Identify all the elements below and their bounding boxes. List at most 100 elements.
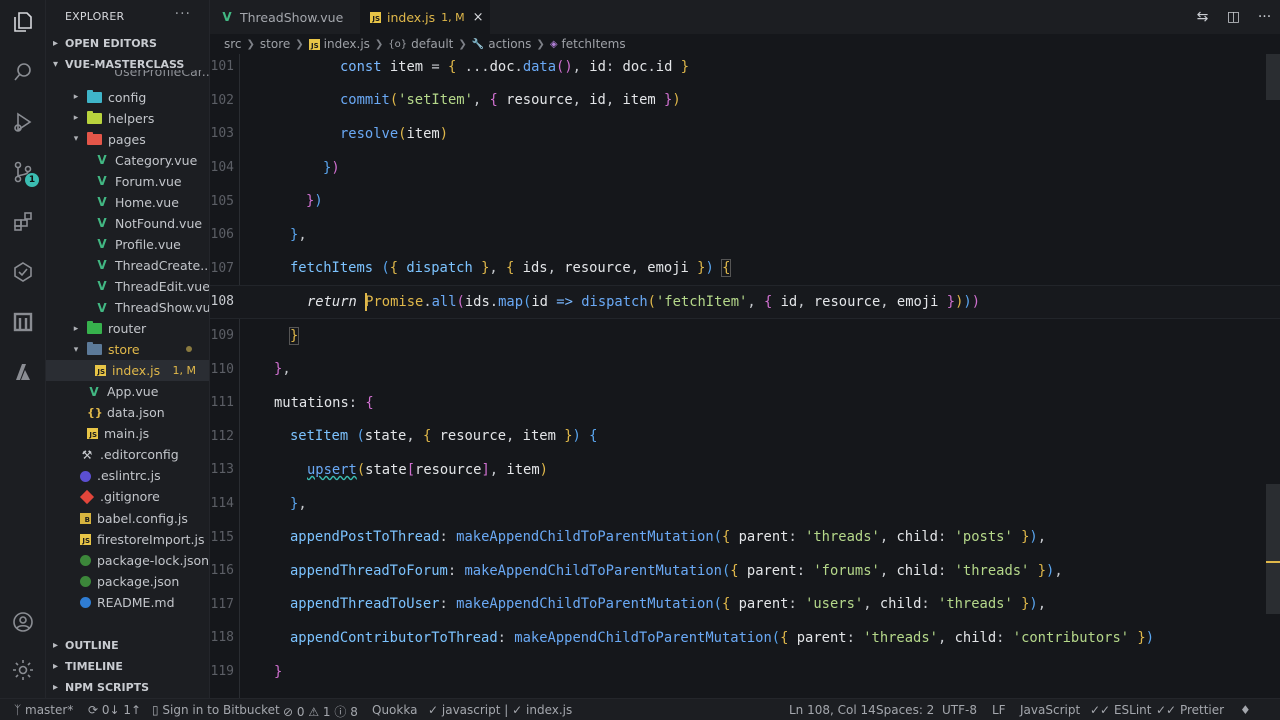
close-icon[interactable]: × — [473, 10, 484, 25]
open-editors-section[interactable]: ▸ OPEN EDITORS — [46, 33, 209, 54]
compare-changes-icon[interactable]: ⇆ — [1187, 0, 1218, 34]
scrollbar-thumb[interactable] — [1266, 484, 1280, 614]
tree-row-partial[interactable]: UserProfileCar... — [46, 70, 209, 83]
code-line[interactable]: 110 }, — [210, 352, 1280, 386]
code-text: } — [288, 326, 300, 345]
problems-status[interactable]: ⊘ 0 ⚠ 1 ⓘ 8 — [283, 703, 358, 720]
cursor-position[interactable]: Ln 108, Col 14 — [789, 703, 876, 717]
code-line[interactable]: 113 upsert(state[resource], item) — [210, 453, 1280, 487]
tree-row[interactable]: package.json — [46, 571, 209, 592]
tree-row[interactable]: ▸ config — [46, 87, 209, 108]
tree-row[interactable]: V ThreadCreate.... — [46, 255, 209, 276]
code-line[interactable]: 102 commit('setItem', { resource, id, it… — [210, 84, 1280, 118]
code-line[interactable]: 117 appendThreadToUser: makeAppendChildT… — [210, 588, 1280, 622]
code-line[interactable]: 104 }) — [210, 151, 1280, 185]
code-text: setItem (state, { resource, item }) { — [290, 428, 598, 445]
code-line[interactable]: 101 const item = { ...doc.data(), id: do… — [210, 54, 1280, 84]
outline-section[interactable]: ▸ OUTLINE — [46, 635, 209, 656]
eol-status[interactable]: LF — [992, 703, 1006, 717]
prettier-status[interactable]: ✓✓ Prettier — [1156, 703, 1224, 717]
code-text: commit('setItem', { resource, id, item }… — [340, 92, 681, 109]
indentation-status[interactable]: Spaces: 2 — [876, 703, 934, 717]
more-actions-icon[interactable]: ··· — [1249, 0, 1280, 34]
remote-explorer-icon[interactable] — [0, 302, 46, 342]
npm-scripts-label: NPM SCRIPTS — [65, 681, 150, 694]
breadcrumb-item[interactable]: store — [260, 37, 290, 51]
tree-row[interactable]: {} data.json — [46, 402, 209, 423]
code-line[interactable]: 107 fetchItems ({ dispatch }, { ids, res… — [210, 252, 1280, 286]
timeline-section[interactable]: ▸ TIMELINE — [46, 656, 209, 677]
tree-row[interactable]: ▾ store — [46, 339, 209, 360]
code-line[interactable]: 118 appendContributorToThread: makeAppen… — [210, 621, 1280, 655]
more-actions-icon[interactable]: ··· — [175, 6, 191, 22]
code-line[interactable]: 112 setItem (state, { resource, item }) … — [210, 420, 1280, 454]
breadcrumb-item[interactable]: src — [224, 37, 242, 51]
tree-row[interactable]: ▸ router — [46, 318, 209, 339]
tree-row[interactable]: V NotFound.vue — [46, 213, 209, 234]
tree-row[interactable]: V App.vue — [46, 381, 209, 402]
tree-row[interactable]: V ThreadEdit.vue — [46, 276, 209, 297]
chevron-down-icon: ▾ — [73, 344, 79, 355]
quokka-status[interactable]: Quokka — [372, 703, 417, 717]
code-line[interactable]: 103 resolve(item) — [210, 117, 1280, 151]
search-icon[interactable] — [0, 52, 46, 92]
tree-row[interactable]: JS main.js — [46, 423, 209, 444]
breadcrumb-item[interactable]: index.js — [324, 37, 370, 51]
tree-row-label: babel.config.js — [97, 510, 188, 526]
encoding-status[interactable]: UTF-8 — [942, 703, 977, 717]
npm-scripts-section[interactable]: ▸ NPM SCRIPTS — [46, 677, 209, 698]
azure-icon[interactable] — [0, 352, 46, 392]
testing-icon[interactable] — [0, 252, 46, 292]
code-line[interactable]: 119 } — [210, 655, 1280, 689]
code-line[interactable]: 114 }, — [210, 487, 1280, 521]
code-line[interactable]: 106 }, — [210, 218, 1280, 252]
tree-row-label: store — [108, 342, 140, 358]
account-icon[interactable] — [0, 602, 46, 642]
tree-row[interactable]: README.md — [46, 592, 209, 613]
tree-row[interactable]: V Category.vue — [46, 150, 209, 171]
tree-row[interactable]: V Home.vue — [46, 192, 209, 213]
timeline-label: TIMELINE — [65, 660, 123, 673]
tree-row[interactable]: V Profile.vue — [46, 234, 209, 255]
split-editor-icon[interactable]: ◫ — [1218, 0, 1249, 34]
code-line[interactable]: 111 mutations: { — [210, 386, 1280, 420]
tree-row[interactable]: JS index.js 1, M — [46, 360, 209, 382]
tree-row[interactable]: V ThreadShow.vue — [46, 297, 209, 318]
branch-status[interactable]: ᛉ master* — [14, 703, 73, 717]
code-line[interactable]: 109 } — [210, 319, 1280, 353]
breadcrumb-item[interactable]: default — [411, 37, 453, 51]
source-control-icon[interactable] — [0, 152, 46, 192]
code-line[interactable]: 105 }) — [210, 184, 1280, 218]
folder-icon — [87, 342, 102, 356]
language-mode[interactable]: JavaScript — [1020, 703, 1080, 717]
explorer-icon[interactable] — [0, 2, 46, 42]
code-line[interactable]: 115 appendPostToThread: makeAppendChildT… — [210, 520, 1280, 554]
context-status[interactable]: ✓ javascript | ✓ index.js — [428, 703, 572, 717]
tree-row[interactable]: ▸ helpers — [46, 108, 209, 129]
tree-row[interactable]: .eslintrc.js — [46, 465, 209, 486]
tree-row[interactable]: JS firestoreImport.js — [46, 529, 209, 550]
extensions-icon[interactable] — [0, 202, 46, 242]
code-line-current[interactable]: 108 return Promise.all(ids.map(id => dis… — [210, 285, 1280, 319]
notifications-bell-icon[interactable]: ♦ — [1240, 703, 1251, 717]
run-debug-icon[interactable] — [0, 102, 46, 142]
breadcrumb-item[interactable]: fetchItems — [562, 37, 626, 51]
tab-index-js[interactable]: JS index.js 1, M × — [360, 0, 490, 34]
breadcrumb-item[interactable]: actions — [488, 37, 531, 51]
sync-status[interactable]: ⟳ 0↓ 1↑ — [88, 703, 141, 717]
code-line[interactable]: 116 appendThreadToForum: makeAppendChild… — [210, 554, 1280, 588]
eslint-status[interactable]: ✓✓ ESLint — [1090, 703, 1151, 717]
tree-row[interactable]: .gitignore — [46, 486, 209, 507]
tree-row[interactable]: V Forum.vue — [46, 171, 209, 192]
config-file-icon: ⚒ — [81, 447, 93, 462]
tree-row[interactable]: ▾ pages — [46, 129, 209, 150]
tree-row[interactable]: ⚒ .editorconfig — [46, 444, 209, 465]
tree-row-label: firestoreImport.js — [97, 531, 205, 547]
bitbucket-status[interactable]: ▯ Sign in to Bitbucket — [152, 703, 280, 717]
tab-threadshow[interactable]: V ThreadShow.vue — [210, 0, 360, 34]
scrollbar-thumb[interactable] — [1266, 54, 1280, 100]
tree-row[interactable]: Bbabel.config.js — [46, 508, 209, 529]
code-editor[interactable]: 101 const item = { ...doc.data(), id: do… — [210, 54, 1280, 698]
tree-row[interactable]: package-lock.json — [46, 550, 209, 571]
settings-gear-icon[interactable] — [0, 650, 46, 690]
